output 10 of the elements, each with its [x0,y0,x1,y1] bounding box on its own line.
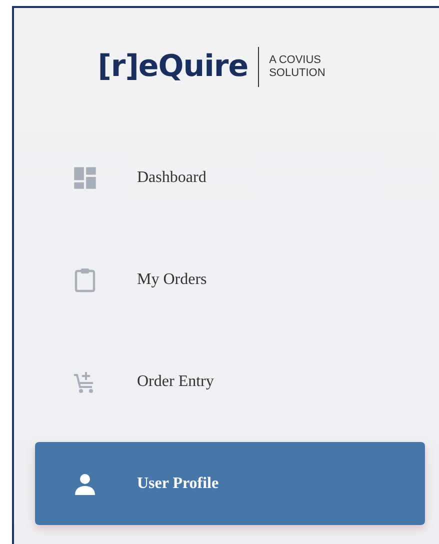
nav-item[interactable]: My Orders [35,238,425,321]
logo-wordmark: [r]eQuire [98,49,248,84]
dashboard-icon [72,164,98,190]
nav-item[interactable]: User Profile [35,442,425,525]
nav-item[interactable]: Dashboard [35,136,425,219]
logo-tagline: A COVIUS [269,54,322,66]
clipboard-icon [73,266,97,292]
nav-item[interactable]: Order Entry [35,340,425,423]
logo-tagline: SOLUTION [269,66,326,80]
user-icon [73,472,97,496]
